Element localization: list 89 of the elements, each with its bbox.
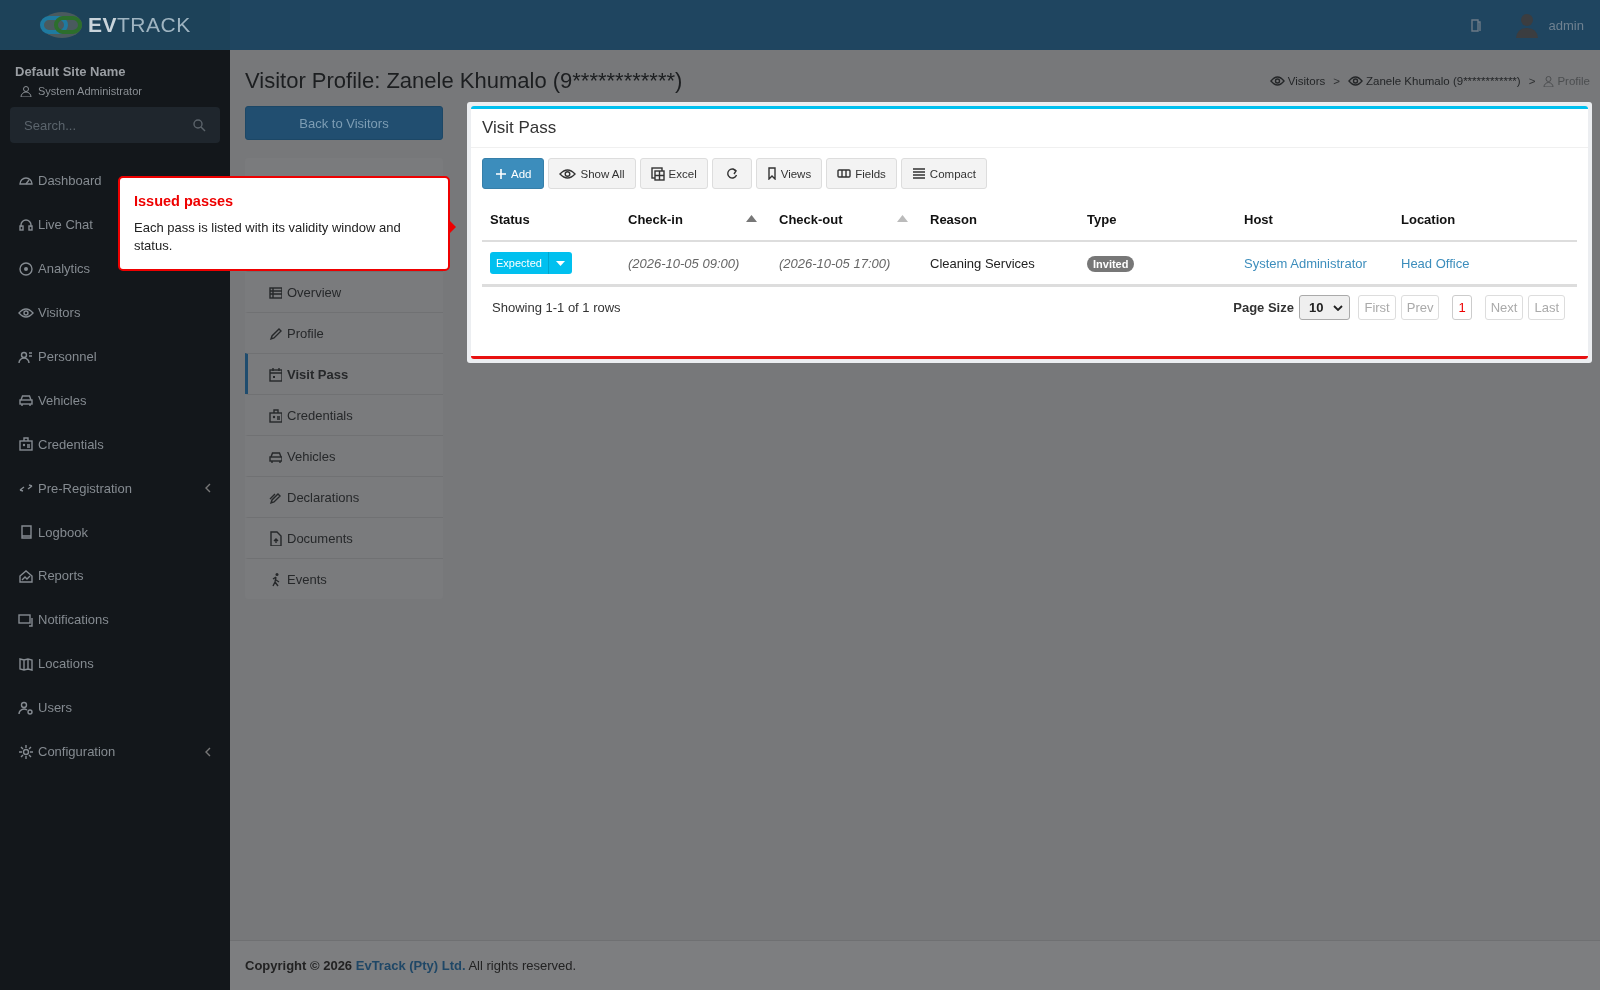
sidebar-item[interactable]: Vehicles <box>0 378 230 423</box>
sidebar-item[interactable]: Personnel <box>0 334 230 379</box>
page-size-label: Page Size <box>1233 300 1294 315</box>
search-field[interactable]: Search... <box>10 107 220 143</box>
refresh-icon <box>725 167 738 180</box>
logo-text: EVTRACK <box>88 13 191 37</box>
page-size-select[interactable]: 10 <box>1298 295 1351 320</box>
type-badge: Invited <box>1087 255 1135 272</box>
sidebar-item[interactable]: Logbook <box>0 510 230 554</box>
bookmark-icon <box>766 167 777 180</box>
location-link[interactable]: Head Office <box>1401 255 1470 271</box>
pencil-icon <box>268 325 282 341</box>
caret-icon <box>555 260 565 266</box>
card-title: Visit Pass <box>471 109 1588 148</box>
chevron-icon <box>204 746 212 757</box>
host-link[interactable]: System Administrator <box>1244 255 1367 271</box>
eye-icon <box>559 167 577 180</box>
chat-icon <box>18 611 34 628</box>
row-count: Showing 1-1 of 1 rows <box>492 300 621 315</box>
book-icon <box>18 524 34 541</box>
avatar-icon <box>1514 12 1539 38</box>
eye-icon <box>1269 75 1285 87</box>
eye-icon <box>1347 75 1363 87</box>
sidebar-item[interactable]: Visitors <box>0 290 230 335</box>
sidebar-item[interactable]: Reports <box>0 554 230 598</box>
toolbar-button[interactable]: Add <box>482 158 545 189</box>
car-icon <box>18 392 34 409</box>
column-header[interactable]: Reason <box>922 199 1079 241</box>
table-cell: Cleaning Services <box>930 255 1035 271</box>
table-cell: (2026-10-05 17:00) <box>779 255 891 271</box>
user-gear-icon <box>18 699 34 716</box>
target-icon <box>18 260 34 277</box>
sidebar-item[interactable]: Pre-Registration <box>0 466 230 511</box>
copyright-text: Copyright © 2026 EvTrack (Pty) Ltd. All rights reserved. <box>245 958 577 973</box>
column-header[interactable]: Type <box>1079 199 1236 241</box>
column-header[interactable]: Location <box>1393 199 1577 241</box>
door-icon <box>1468 18 1483 32</box>
badge-icon <box>18 436 34 453</box>
column-header[interactable]: Check-out <box>771 199 922 241</box>
house-icon <box>18 567 34 584</box>
toolbar-button[interactable]: Fields <box>826 158 897 189</box>
map-icon <box>18 655 34 672</box>
search-icon <box>192 118 206 132</box>
toolbar-button[interactable]: Views <box>755 158 823 189</box>
lines-icon <box>911 167 926 180</box>
page-title: Visitor Profile: Zanele Khumalo (9************) <box>245 68 683 94</box>
page-button[interactable]: 1 <box>1452 295 1472 320</box>
table-icon <box>650 166 665 181</box>
breadcrumb-separator: > <box>1333 75 1340 87</box>
tour-title: Issued passes <box>134 193 235 209</box>
sidebar-item[interactable]: Users <box>0 685 230 730</box>
breadcrumb-link[interactable]: Visitors <box>1269 75 1326 87</box>
subnav-item[interactable]: Profile <box>245 312 443 353</box>
dropdown-button[interactable] <box>547 252 572 274</box>
sidebar-item[interactable]: Notifications <box>0 597 230 642</box>
toolbar-button[interactable]: Excel <box>639 158 708 189</box>
sidebar-item[interactable]: Configuration <box>0 729 230 774</box>
column-header[interactable]: Check-in <box>620 199 771 241</box>
calendar-icon <box>268 366 282 382</box>
badge-icon <box>268 407 282 423</box>
person-icon <box>1543 75 1555 87</box>
person-icon <box>20 85 32 97</box>
plus-icon <box>495 167 507 180</box>
subnav-item[interactable]: Visit Pass <box>245 353 443 394</box>
user-role: System Administrator <box>38 85 142 97</box>
column-header[interactable]: Host <box>1236 199 1393 241</box>
toolbar-button[interactable]: Show All <box>548 158 636 189</box>
table-cell: (2026-10-05 09:00) <box>628 255 740 271</box>
list-icon <box>268 284 282 300</box>
document-icon <box>268 530 282 546</box>
tour-text: Each pass is listed with its validity window and status. <box>134 219 402 255</box>
columns-icon <box>837 168 852 179</box>
subnav-item[interactable]: Documents <box>245 517 443 558</box>
subnav-item[interactable]: Declarations <box>245 476 443 517</box>
column-header[interactable]: Status <box>482 199 620 241</box>
headset-icon <box>18 216 34 233</box>
sidebar-item[interactable]: Locations <box>0 641 230 686</box>
breadcrumb-separator: > <box>1528 75 1536 87</box>
site-name: Default Site Name <box>15 64 127 79</box>
back-button[interactable]: Back to Visitors <box>245 106 443 140</box>
sidebar-item[interactable]: Credentials <box>0 422 230 467</box>
subnav-item[interactable]: Vehicles <box>245 435 443 476</box>
subnav-item[interactable]: Credentials <box>245 394 443 435</box>
refresh-button[interactable] <box>711 158 752 189</box>
breadcrumb-link[interactable]: Zanele Khumalo (9************) <box>1347 75 1521 87</box>
subnav-item[interactable]: Events <box>245 558 443 599</box>
toolbar-button[interactable]: Compact <box>900 158 987 189</box>
chevron-down-icon <box>1333 304 1344 311</box>
chevron-icon <box>204 483 212 494</box>
